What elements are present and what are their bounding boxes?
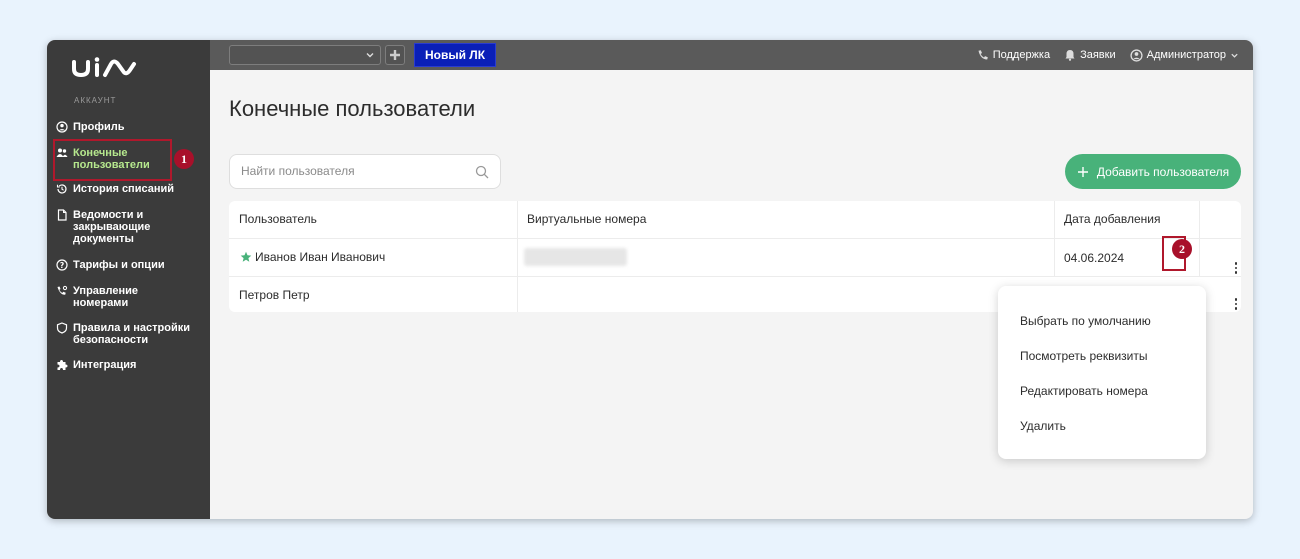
uiss-logo[interactable] [71, 56, 137, 80]
phone-settings-icon [57, 285, 68, 295]
sidebar-item-tariffs[interactable]: ? Тарифы и опции [56, 259, 206, 271]
add-account-button[interactable] [385, 45, 405, 65]
sidebar: АККАУНТ Профиль Конечные пользователи Ис… [47, 40, 210, 519]
search-box[interactable] [229, 154, 501, 189]
bell-icon [1065, 50, 1075, 61]
requests-link[interactable]: Заявки [1064, 49, 1116, 61]
user-circle-icon [1130, 48, 1143, 62]
sidebar-item-label: Управление номерами [73, 285, 139, 309]
sidebar-item-label: Тарифы и опции [73, 259, 165, 271]
menu-item-delete[interactable]: Удалить [1020, 419, 1066, 433]
sidebar-item-numbers[interactable]: Управление номерами [56, 285, 206, 309]
sidebar-item-label: Правила и настройки безопасности [73, 322, 190, 346]
support-link[interactable]: Поддержка [977, 49, 1050, 61]
menu-item-set-default[interactable]: Выбрать по умолчанию [1020, 314, 1151, 328]
sidebar-item-history[interactable]: История списаний [56, 183, 206, 195]
row-context-menu: Выбрать по умолчанию Посмотреть реквизит… [998, 286, 1206, 459]
page-title: Конечные пользователи [229, 96, 476, 121]
sidebar-item-label: Профиль [73, 121, 125, 133]
table-row-user[interactable]: Иванов Иван Иванович [240, 250, 385, 264]
chevron-down-icon [1231, 53, 1238, 58]
column-header-numbers[interactable]: Виртуальные номера [527, 201, 646, 238]
add-user-button[interactable]: Добавить пользователя [1065, 154, 1241, 189]
sidebar-item-profile[interactable]: Профиль [56, 121, 206, 133]
topbar: Новый ЛК Поддержка Заявки Администратор [210, 40, 1253, 70]
plus-icon [1077, 166, 1088, 177]
virtual-numbers-blurred [524, 248, 627, 266]
menu-item-edit-numbers[interactable]: Редактировать номера [1020, 384, 1148, 398]
sidebar-item-label: Интеграция [73, 359, 137, 371]
shield-icon [56, 322, 68, 334]
account-select[interactable] [229, 45, 381, 65]
divider [229, 276, 1241, 277]
divider [1054, 201, 1055, 276]
table-cell-date: 04.06.2024 [1064, 251, 1125, 265]
history-icon [56, 184, 67, 194]
menu-item-view-details[interactable]: Посмотреть реквизиты [1020, 349, 1148, 363]
annotation-badge-1: 1 [174, 149, 194, 169]
sidebar-item-documents[interactable]: Ведомости и закрывающие документы [56, 209, 206, 245]
table-row-user[interactable]: Петров Петр [239, 288, 310, 302]
sidebar-item-security[interactable]: Правила и настройки безопасности [56, 322, 206, 346]
sidebar-item-integration[interactable]: Интеграция [56, 359, 206, 371]
column-header-date[interactable]: Дата добавления [1064, 201, 1160, 238]
topbar-actions: Поддержка Заявки Администратор [977, 40, 1239, 70]
sidebar-item-label: История списаний [73, 183, 175, 195]
annotation-badge-2: 2 [1172, 239, 1192, 259]
plus-icon [390, 50, 400, 60]
svg-text:?: ? [60, 261, 64, 270]
search-icon[interactable] [475, 165, 489, 179]
phone-icon [978, 50, 988, 60]
sidebar-item-label: Ведомости и закрывающие документы [73, 209, 151, 245]
user-circle-icon [56, 121, 68, 133]
puzzle-icon [57, 360, 68, 370]
row-menu-button[interactable] [1227, 294, 1245, 314]
section-label-account: АККАУНТ [74, 96, 117, 105]
divider [517, 201, 518, 312]
tariff-icon: ? [56, 259, 68, 271]
divider [229, 238, 1241, 239]
document-icon [57, 209, 67, 221]
annotation-highlight-1 [53, 139, 172, 181]
admin-menu[interactable]: Администратор [1130, 48, 1239, 62]
row-menu-button[interactable] [1227, 258, 1245, 278]
column-header-user[interactable]: Пользователь [239, 201, 317, 238]
new-lk-button[interactable]: Новый ЛК [414, 43, 496, 67]
search-input[interactable] [241, 164, 461, 178]
chevron-down-icon [366, 53, 374, 58]
divider [1199, 201, 1200, 276]
star-icon [240, 251, 252, 262]
